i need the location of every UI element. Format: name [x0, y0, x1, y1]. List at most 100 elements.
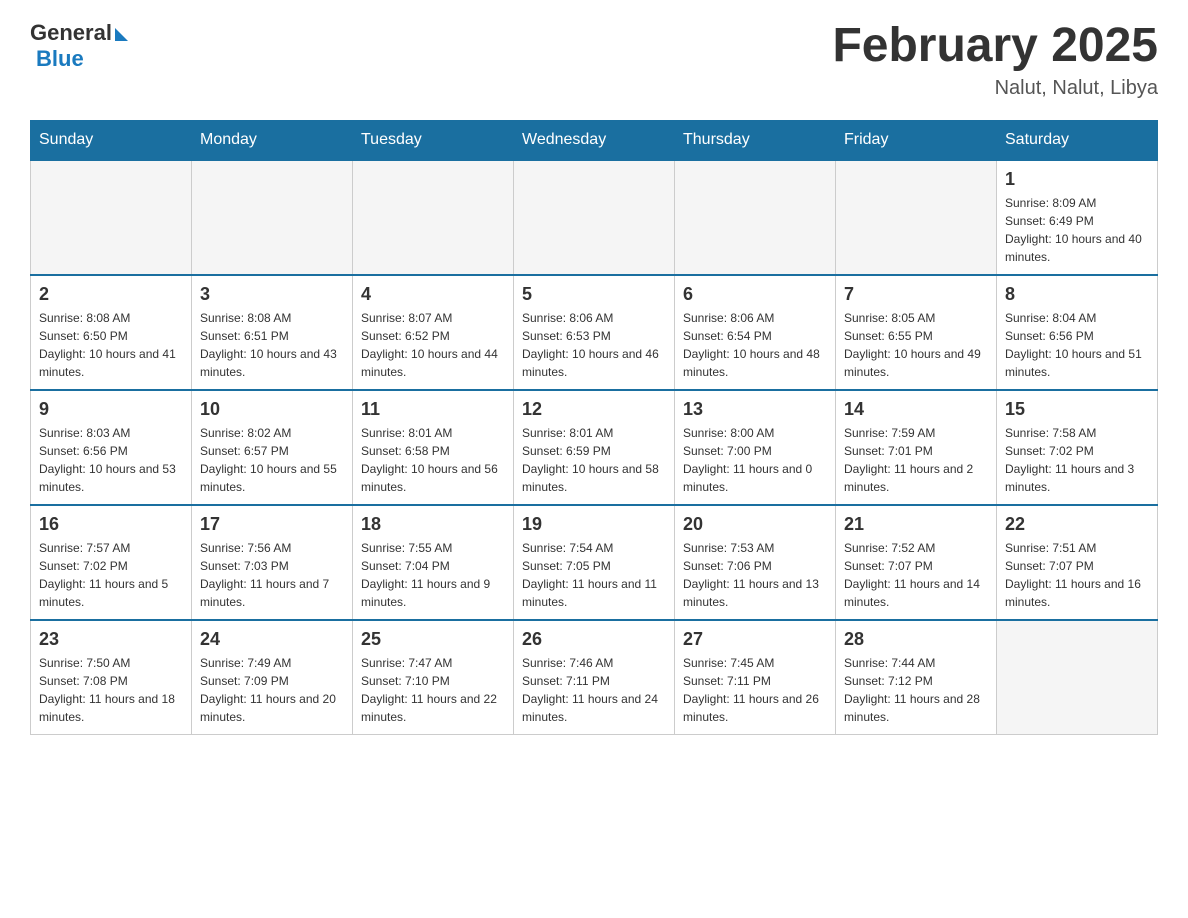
weekday-header-saturday: Saturday [997, 120, 1158, 160]
day-number: 14 [844, 399, 988, 420]
day-info: Sunrise: 7:44 AMSunset: 7:12 PMDaylight:… [844, 654, 988, 726]
day-number: 6 [683, 284, 827, 305]
day-number: 23 [39, 629, 183, 650]
day-info: Sunrise: 8:06 AMSunset: 6:53 PMDaylight:… [522, 309, 666, 381]
day-info: Sunrise: 7:54 AMSunset: 7:05 PMDaylight:… [522, 539, 666, 611]
calendar-cell: 23 Sunrise: 7:50 AMSunset: 7:08 PMDayligh… [31, 620, 192, 735]
day-number: 3 [200, 284, 344, 305]
calendar-cell: 28 Sunrise: 7:44 AMSunset: 7:12 PMDayligh… [836, 620, 997, 735]
day-number: 26 [522, 629, 666, 650]
calendar-cell [192, 160, 353, 275]
weekday-header-tuesday: Tuesday [353, 120, 514, 160]
day-number: 27 [683, 629, 827, 650]
day-number: 1 [1005, 169, 1149, 190]
day-number: 13 [683, 399, 827, 420]
calendar-cell: 26Sunrise: 7:46 AMSunset: 7:11 PMDayligh… [514, 620, 675, 735]
day-info: Sunrise: 7:57 AMSunset: 7:02 PMDaylight:… [39, 539, 183, 611]
week-row-3: 9 Sunrise: 8:03 AMSunset: 6:56 PMDaylight… [31, 390, 1158, 505]
day-number: 17 [200, 514, 344, 535]
day-number: 20 [683, 514, 827, 535]
day-info: Sunrise: 8:07 AMSunset: 6:52 PMDaylight:… [361, 309, 505, 381]
day-info: Sunrise: 7:55 AMSunset: 7:04 PMDaylight:… [361, 539, 505, 611]
calendar-cell: 2 Sunrise: 8:08 AMSunset: 6:50 PMDaylight… [31, 275, 192, 390]
day-number: 28 [844, 629, 988, 650]
day-number: 2 [39, 284, 183, 305]
day-info: Sunrise: 8:01 AMSunset: 6:59 PMDaylight:… [522, 424, 666, 496]
calendar-cell [353, 160, 514, 275]
day-info: Sunrise: 7:52 AMSunset: 7:07 PMDaylight:… [844, 539, 988, 611]
calendar-cell [836, 160, 997, 275]
day-number: 15 [1005, 399, 1149, 420]
calendar-cell: 10 Sunrise: 8:02 AMSunset: 6:57 PMDayligh… [192, 390, 353, 505]
month-title: February 2025 [832, 20, 1158, 73]
calendar-cell [514, 160, 675, 275]
logo-general-text: General [30, 20, 112, 46]
calendar-cell: 19 Sunrise: 7:54 AMSunset: 7:05 PMDayligh… [514, 505, 675, 620]
day-number: 8 [1005, 284, 1149, 305]
calendar-cell [997, 620, 1158, 735]
day-info: Sunrise: 7:53 AMSunset: 7:06 PMDaylight:… [683, 539, 827, 611]
day-info: Sunrise: 7:56 AMSunset: 7:03 PMDaylight:… [200, 539, 344, 611]
day-info: Sunrise: 8:08 AMSunset: 6:50 PMDaylight:… [39, 309, 183, 381]
day-info: Sunrise: 8:08 AMSunset: 6:51 PMDaylight:… [200, 309, 344, 381]
weekday-header-friday: Friday [836, 120, 997, 160]
logo-blue-text: Blue [36, 46, 84, 72]
calendar-cell [31, 160, 192, 275]
calendar-cell: 3 Sunrise: 8:08 AMSunset: 6:51 PMDaylight… [192, 275, 353, 390]
page-header: General Blue February 2025 Nalut, Nalut,… [30, 20, 1158, 100]
week-row-1: 1 Sunrise: 8:09 AMSunset: 6:49 PMDaylight… [31, 160, 1158, 275]
day-number: 22 [1005, 514, 1149, 535]
calendar-cell: 6 Sunrise: 8:06 AMSunset: 6:54 PMDaylight… [675, 275, 836, 390]
day-info: Sunrise: 7:47 AMSunset: 7:10 PMDaylight:… [361, 654, 505, 726]
calendar-cell: 5Sunrise: 8:06 AMSunset: 6:53 PMDaylight… [514, 275, 675, 390]
calendar-cell: 27 Sunrise: 7:45 AMSunset: 7:11 PMDayligh… [675, 620, 836, 735]
calendar-cell: 13 Sunrise: 8:00 AMSunset: 7:00 PMDayligh… [675, 390, 836, 505]
day-number: 10 [200, 399, 344, 420]
day-info: Sunrise: 8:04 AMSunset: 6:56 PMDaylight:… [1005, 309, 1149, 381]
day-info: Sunrise: 8:01 AMSunset: 6:58 PMDaylight:… [361, 424, 505, 496]
calendar-cell: 20 Sunrise: 7:53 AMSunset: 7:06 PMDayligh… [675, 505, 836, 620]
day-number: 24 [200, 629, 344, 650]
calendar-cell: 15 Sunrise: 7:58 AMSunset: 7:02 PMDayligh… [997, 390, 1158, 505]
day-info: Sunrise: 7:58 AMSunset: 7:02 PMDaylight:… [1005, 424, 1149, 496]
day-number: 4 [361, 284, 505, 305]
day-number: 16 [39, 514, 183, 535]
calendar-cell [675, 160, 836, 275]
calendar-cell: 1 Sunrise: 8:09 AMSunset: 6:49 PMDaylight… [997, 160, 1158, 275]
weekday-header-wednesday: Wednesday [514, 120, 675, 160]
week-row-2: 2 Sunrise: 8:08 AMSunset: 6:50 PMDaylight… [31, 275, 1158, 390]
day-info: Sunrise: 7:50 AMSunset: 7:08 PMDaylight:… [39, 654, 183, 726]
day-info: Sunrise: 8:05 AMSunset: 6:55 PMDaylight:… [844, 309, 988, 381]
calendar-cell: 21Sunrise: 7:52 AMSunset: 7:07 PMDayligh… [836, 505, 997, 620]
weekday-header-row: SundayMondayTuesdayWednesdayThursdayFrid… [31, 120, 1158, 160]
day-info: Sunrise: 8:09 AMSunset: 6:49 PMDaylight:… [1005, 194, 1149, 266]
calendar-cell: 22 Sunrise: 7:51 AMSunset: 7:07 PMDayligh… [997, 505, 1158, 620]
day-info: Sunrise: 8:00 AMSunset: 7:00 PMDaylight:… [683, 424, 827, 496]
day-number: 18 [361, 514, 505, 535]
calendar-cell: 25 Sunrise: 7:47 AMSunset: 7:10 PMDayligh… [353, 620, 514, 735]
calendar-cell: 18 Sunrise: 7:55 AMSunset: 7:04 PMDayligh… [353, 505, 514, 620]
day-info: Sunrise: 7:51 AMSunset: 7:07 PMDaylight:… [1005, 539, 1149, 611]
calendar-cell: 24 Sunrise: 7:49 AMSunset: 7:09 PMDayligh… [192, 620, 353, 735]
day-info: Sunrise: 7:59 AMSunset: 7:01 PMDaylight:… [844, 424, 988, 496]
day-number: 9 [39, 399, 183, 420]
day-info: Sunrise: 7:49 AMSunset: 7:09 PMDaylight:… [200, 654, 344, 726]
day-number: 12 [522, 399, 666, 420]
calendar-table: SundayMondayTuesdayWednesdayThursdayFrid… [30, 120, 1158, 735]
day-info: Sunrise: 8:02 AMSunset: 6:57 PMDaylight:… [200, 424, 344, 496]
calendar-cell: 12 Sunrise: 8:01 AMSunset: 6:59 PMDayligh… [514, 390, 675, 505]
location-title: Nalut, Nalut, Libya [832, 77, 1158, 100]
title-area: February 2025 Nalut, Nalut, Libya [832, 20, 1158, 100]
calendar-cell: 4 Sunrise: 8:07 AMSunset: 6:52 PMDaylight… [353, 275, 514, 390]
calendar-cell: 11Sunrise: 8:01 AMSunset: 6:58 PMDayligh… [353, 390, 514, 505]
day-number: 25 [361, 629, 505, 650]
day-info: Sunrise: 7:45 AMSunset: 7:11 PMDaylight:… [683, 654, 827, 726]
calendar-cell: 16 Sunrise: 7:57 AMSunset: 7:02 PMDayligh… [31, 505, 192, 620]
calendar-cell: 7Sunrise: 8:05 AMSunset: 6:55 PMDaylight… [836, 275, 997, 390]
calendar-cell: 9 Sunrise: 8:03 AMSunset: 6:56 PMDaylight… [31, 390, 192, 505]
day-number: 19 [522, 514, 666, 535]
day-info: Sunrise: 8:03 AMSunset: 6:56 PMDaylight:… [39, 424, 183, 496]
calendar-cell: 8 Sunrise: 8:04 AMSunset: 6:56 PMDaylight… [997, 275, 1158, 390]
day-info: Sunrise: 8:06 AMSunset: 6:54 PMDaylight:… [683, 309, 827, 381]
logo: General Blue [30, 20, 128, 72]
